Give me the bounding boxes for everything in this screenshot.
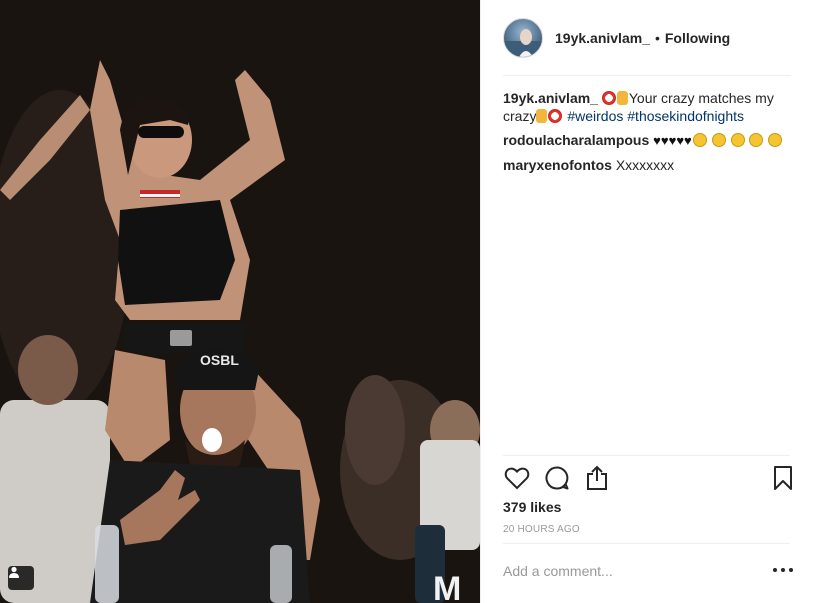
user-tag-icon — [9, 566, 19, 578]
comment-text: Xxxxxxxx — [615, 157, 675, 173]
like-button[interactable] — [503, 464, 531, 492]
hashtag-link[interactable]: #thosekindofnights — [627, 108, 744, 124]
author-avatar[interactable] — [503, 18, 543, 58]
caption-username[interactable]: 19yk.anivlam_ — [503, 90, 598, 106]
svg-text:OSBL: OSBL — [200, 352, 239, 368]
header-separator: • — [654, 30, 660, 46]
post-details-panel: 19yk.anivlam_ • Following 19yk.anivlam_ … — [480, 0, 815, 603]
post-photo[interactable]: OSBL M — [0, 0, 480, 603]
grin-emoji-icon — [711, 133, 726, 147]
svg-text:M: M — [433, 570, 461, 603]
grin-emoji-icon — [768, 133, 783, 147]
post-timestamp: 20 HOURS AGO — [503, 524, 580, 535]
author-username[interactable]: 19yk.anivlam_ — [555, 30, 650, 46]
add-comment-input[interactable] — [503, 563, 753, 579]
post-header: 19yk.anivlam_ • Following — [481, 0, 815, 76]
grin-emoji-icon — [749, 133, 764, 147]
add-comment-form — [503, 556, 793, 586]
horns-emoji-icon — [616, 91, 628, 105]
share-icon — [587, 465, 607, 490]
horns-emoji-icon — [536, 109, 548, 123]
likes-count[interactable]: 379 likes — [503, 499, 561, 515]
post-actions — [503, 464, 793, 492]
more-options-button[interactable] — [773, 562, 793, 578]
heart-icon — [504, 467, 530, 490]
clown-emoji-icon — [601, 91, 616, 105]
comment-bubble-icon — [545, 466, 569, 490]
comment-item: rodoulacharalampous ♥♥♥♥♥ — [503, 131, 793, 150]
save-button[interactable] — [769, 464, 797, 492]
grin-emoji-icon — [692, 133, 707, 147]
hashtag-link[interactable]: #weirdos — [567, 108, 623, 124]
share-button[interactable] — [583, 464, 611, 492]
caption: 19yk.anivlam_ Your crazy matches my craz… — [503, 89, 793, 125]
comment-divider — [503, 543, 790, 544]
comment-text: ♥♥♥♥♥ — [653, 133, 692, 148]
party-photo-illustration: OSBL M — [0, 0, 480, 603]
header-divider — [503, 75, 791, 76]
grin-emoji-icon — [730, 133, 745, 147]
comment-username[interactable]: maryxenofontos — [503, 157, 612, 173]
more-options-icon — [781, 568, 785, 572]
actions-divider — [503, 455, 790, 456]
clown-emoji-icon — [548, 109, 563, 123]
comment-username[interactable]: rodoulacharalampous — [503, 132, 649, 148]
bookmark-icon — [774, 466, 792, 490]
follow-status-button[interactable]: Following — [665, 30, 730, 46]
comment-button[interactable] — [543, 464, 571, 492]
more-options-icon — [789, 568, 793, 572]
user-tag-button[interactable] — [8, 566, 34, 590]
comment-item: maryxenofontos Xxxxxxxx — [503, 156, 793, 174]
more-options-icon — [773, 568, 777, 572]
avatar-image — [504, 29, 542, 57]
comments-list: 19yk.anivlam_ Your crazy matches my craz… — [503, 89, 793, 180]
